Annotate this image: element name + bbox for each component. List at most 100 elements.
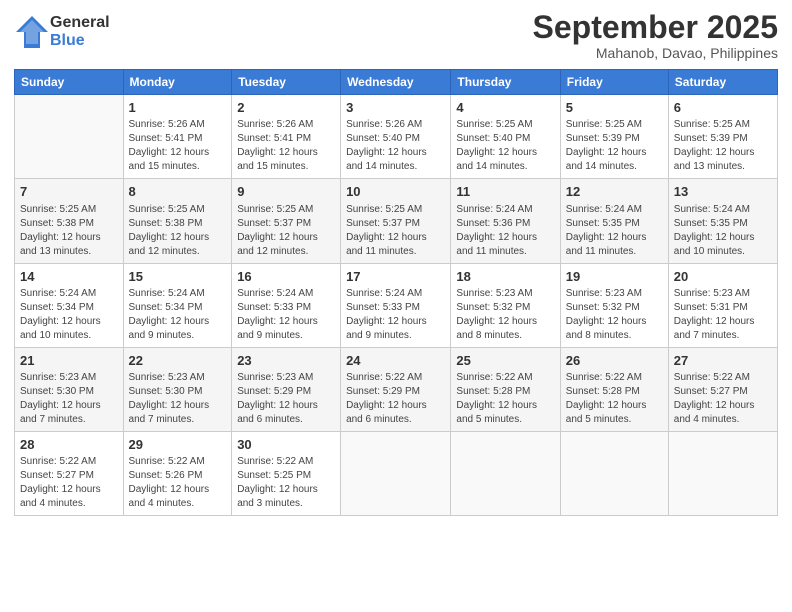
calendar-week-row: 21Sunrise: 5:23 AMSunset: 5:30 PMDayligh…: [15, 347, 778, 431]
daylight-text: Daylight: 12 hours and 13 minutes.: [20, 231, 118, 259]
daylight-text: Daylight: 12 hours and 6 minutes.: [346, 399, 445, 427]
sunset-text: Sunset: 5:37 PM: [346, 217, 445, 231]
sunrise-text: Sunrise: 5:25 AM: [456, 118, 554, 132]
daylight-text: Daylight: 12 hours and 8 minutes.: [456, 315, 554, 343]
sunset-text: Sunset: 5:25 PM: [237, 469, 335, 483]
location-subtitle: Mahanob, Davao, Philippines: [533, 45, 778, 61]
sunrise-text: Sunrise: 5:25 AM: [674, 118, 772, 132]
table-row: 28Sunrise: 5:22 AMSunset: 5:27 PMDayligh…: [15, 431, 124, 515]
day-number: 18: [456, 268, 554, 286]
sunrise-text: Sunrise: 5:22 AM: [674, 371, 772, 385]
day-number: 13: [674, 183, 772, 201]
table-row: 11Sunrise: 5:24 AMSunset: 5:36 PMDayligh…: [451, 179, 560, 263]
sunrise-text: Sunrise: 5:22 AM: [566, 371, 663, 385]
sunrise-text: Sunrise: 5:24 AM: [346, 287, 445, 301]
table-row: 26Sunrise: 5:22 AMSunset: 5:28 PMDayligh…: [560, 347, 668, 431]
sunrise-text: Sunrise: 5:24 AM: [674, 203, 772, 217]
sunset-text: Sunset: 5:28 PM: [566, 385, 663, 399]
daylight-text: Daylight: 12 hours and 13 minutes.: [674, 146, 772, 174]
day-number: 20: [674, 268, 772, 286]
table-row: 12Sunrise: 5:24 AMSunset: 5:35 PMDayligh…: [560, 179, 668, 263]
daylight-text: Daylight: 12 hours and 7 minutes.: [674, 315, 772, 343]
sunset-text: Sunset: 5:32 PM: [456, 301, 554, 315]
logo-text: General Blue: [50, 14, 110, 49]
sunrise-text: Sunrise: 5:25 AM: [566, 118, 663, 132]
table-row: [341, 431, 451, 515]
logo-blue: Blue: [50, 32, 110, 50]
logo: General Blue: [14, 14, 110, 50]
table-row: 27Sunrise: 5:22 AMSunset: 5:27 PMDayligh…: [668, 347, 777, 431]
table-row: 5Sunrise: 5:25 AMSunset: 5:39 PMDaylight…: [560, 95, 668, 179]
daylight-text: Daylight: 12 hours and 14 minutes.: [346, 146, 445, 174]
table-row: 21Sunrise: 5:23 AMSunset: 5:30 PMDayligh…: [15, 347, 124, 431]
month-title: September 2025: [533, 10, 778, 45]
day-number: 16: [237, 268, 335, 286]
sunset-text: Sunset: 5:33 PM: [237, 301, 335, 315]
sunrise-text: Sunrise: 5:25 AM: [129, 203, 227, 217]
daylight-text: Daylight: 12 hours and 9 minutes.: [346, 315, 445, 343]
sunset-text: Sunset: 5:27 PM: [674, 385, 772, 399]
sunrise-text: Sunrise: 5:25 AM: [20, 203, 118, 217]
day-number: 15: [129, 268, 227, 286]
daylight-text: Daylight: 12 hours and 15 minutes.: [129, 146, 227, 174]
table-row: 30Sunrise: 5:22 AMSunset: 5:25 PMDayligh…: [232, 431, 341, 515]
sunrise-text: Sunrise: 5:22 AM: [129, 455, 227, 469]
sunset-text: Sunset: 5:27 PM: [20, 469, 118, 483]
daylight-text: Daylight: 12 hours and 7 minutes.: [20, 399, 118, 427]
sunrise-text: Sunrise: 5:24 AM: [20, 287, 118, 301]
table-row: 25Sunrise: 5:22 AMSunset: 5:28 PMDayligh…: [451, 347, 560, 431]
day-number: 11: [456, 183, 554, 201]
table-row: 6Sunrise: 5:25 AMSunset: 5:39 PMDaylight…: [668, 95, 777, 179]
day-number: 19: [566, 268, 663, 286]
header-thursday: Thursday: [451, 70, 560, 95]
header: General Blue September 2025 Mahanob, Dav…: [14, 10, 778, 61]
sunrise-text: Sunrise: 5:23 AM: [129, 371, 227, 385]
daylight-text: Daylight: 12 hours and 4 minutes.: [20, 483, 118, 511]
sunset-text: Sunset: 5:39 PM: [566, 132, 663, 146]
daylight-text: Daylight: 12 hours and 14 minutes.: [566, 146, 663, 174]
sunrise-text: Sunrise: 5:23 AM: [566, 287, 663, 301]
sunrise-text: Sunrise: 5:25 AM: [237, 203, 335, 217]
day-number: 4: [456, 99, 554, 117]
sunset-text: Sunset: 5:34 PM: [129, 301, 227, 315]
day-number: 25: [456, 352, 554, 370]
title-section: September 2025 Mahanob, Davao, Philippin…: [533, 10, 778, 61]
sunrise-text: Sunrise: 5:24 AM: [237, 287, 335, 301]
daylight-text: Daylight: 12 hours and 14 minutes.: [456, 146, 554, 174]
day-number: 8: [129, 183, 227, 201]
sunset-text: Sunset: 5:41 PM: [237, 132, 335, 146]
sunset-text: Sunset: 5:36 PM: [456, 217, 554, 231]
sunrise-text: Sunrise: 5:22 AM: [456, 371, 554, 385]
sunset-text: Sunset: 5:28 PM: [456, 385, 554, 399]
daylight-text: Daylight: 12 hours and 5 minutes.: [456, 399, 554, 427]
daylight-text: Daylight: 12 hours and 10 minutes.: [20, 315, 118, 343]
daylight-text: Daylight: 12 hours and 6 minutes.: [237, 399, 335, 427]
sunrise-text: Sunrise: 5:24 AM: [566, 203, 663, 217]
table-row: 24Sunrise: 5:22 AMSunset: 5:29 PMDayligh…: [341, 347, 451, 431]
table-row: 16Sunrise: 5:24 AMSunset: 5:33 PMDayligh…: [232, 263, 341, 347]
sunset-text: Sunset: 5:31 PM: [674, 301, 772, 315]
table-row: 29Sunrise: 5:22 AMSunset: 5:26 PMDayligh…: [123, 431, 232, 515]
daylight-text: Daylight: 12 hours and 10 minutes.: [674, 231, 772, 259]
day-number: 9: [237, 183, 335, 201]
header-tuesday: Tuesday: [232, 70, 341, 95]
sunset-text: Sunset: 5:40 PM: [346, 132, 445, 146]
sunrise-text: Sunrise: 5:22 AM: [20, 455, 118, 469]
table-row: 8Sunrise: 5:25 AMSunset: 5:38 PMDaylight…: [123, 179, 232, 263]
sunrise-text: Sunrise: 5:22 AM: [237, 455, 335, 469]
header-sunday: Sunday: [15, 70, 124, 95]
day-number: 30: [237, 436, 335, 454]
header-friday: Friday: [560, 70, 668, 95]
sunrise-text: Sunrise: 5:23 AM: [674, 287, 772, 301]
table-row: [560, 431, 668, 515]
calendar-week-row: 28Sunrise: 5:22 AMSunset: 5:27 PMDayligh…: [15, 431, 778, 515]
calendar-week-row: 1Sunrise: 5:26 AMSunset: 5:41 PMDaylight…: [15, 95, 778, 179]
daylight-text: Daylight: 12 hours and 8 minutes.: [566, 315, 663, 343]
header-wednesday: Wednesday: [341, 70, 451, 95]
sunset-text: Sunset: 5:29 PM: [237, 385, 335, 399]
daylight-text: Daylight: 12 hours and 11 minutes.: [346, 231, 445, 259]
table-row: 1Sunrise: 5:26 AMSunset: 5:41 PMDaylight…: [123, 95, 232, 179]
table-row: 23Sunrise: 5:23 AMSunset: 5:29 PMDayligh…: [232, 347, 341, 431]
table-row: 18Sunrise: 5:23 AMSunset: 5:32 PMDayligh…: [451, 263, 560, 347]
table-row: 3Sunrise: 5:26 AMSunset: 5:40 PMDaylight…: [341, 95, 451, 179]
